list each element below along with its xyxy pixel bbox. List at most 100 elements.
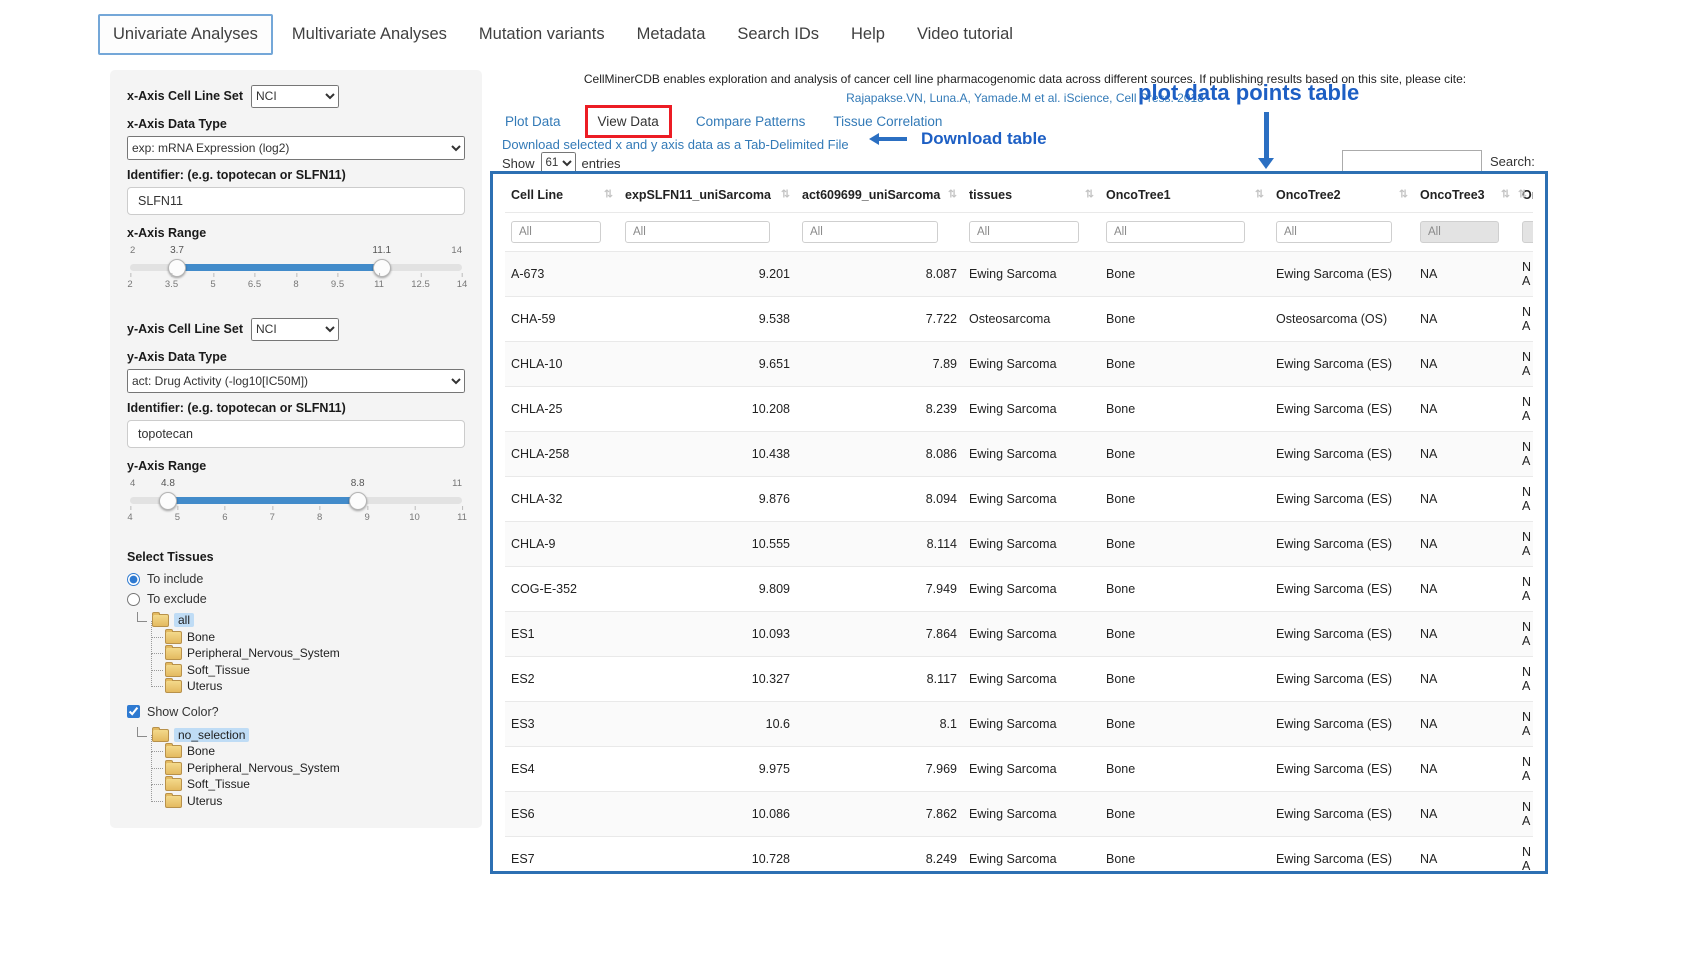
table-row[interactable]: CHLA-109.6517.89Ewing SarcomaBoneEwing S… bbox=[505, 342, 1533, 387]
table-cell: NA bbox=[1414, 387, 1516, 432]
download-data-link[interactable]: Download selected x and y axis data as a… bbox=[502, 137, 849, 152]
table-row[interactable]: ES110.0937.864Ewing SarcomaBoneEwing Sar… bbox=[505, 612, 1533, 657]
table-cell: 7.722 bbox=[796, 297, 963, 342]
subtab-plot-data[interactable]: Plot Data bbox=[505, 114, 561, 129]
column-header-expslfn11-unisarcoma[interactable]: expSLFN11_uniSarcoma⇅ bbox=[619, 176, 796, 213]
table-row[interactable]: CHLA-910.5558.114Ewing SarcomaBoneEwing … bbox=[505, 522, 1533, 567]
column-header-tissues[interactable]: tissues⇅ bbox=[963, 176, 1100, 213]
tree-expander-icon[interactable] bbox=[137, 612, 147, 622]
slider-fill bbox=[177, 264, 382, 271]
table-row[interactable]: CHLA-329.8768.094Ewing SarcomaBoneEwing … bbox=[505, 477, 1533, 522]
tree-node-soft-tissue[interactable]: Soft_Tissue bbox=[149, 662, 465, 679]
slider-track[interactable] bbox=[130, 497, 462, 504]
subtab-tissue-correlation[interactable]: Tissue Correlation bbox=[833, 114, 942, 129]
table-row[interactable]: ES210.3278.117Ewing SarcomaBoneEwing Sar… bbox=[505, 657, 1533, 702]
slider-handle-high[interactable] bbox=[349, 492, 367, 510]
tissue-exclude-option[interactable]: To exclude bbox=[127, 592, 465, 606]
tree-node-peripheral-nervous-system[interactable]: Peripheral_Nervous_System bbox=[149, 760, 465, 777]
column-header-oncotree2[interactable]: OncoTree2 ⇅ bbox=[1270, 176, 1414, 213]
table-cell: NA bbox=[1516, 837, 1533, 875]
nav-tab-mutation-variants[interactable]: Mutation variants bbox=[466, 16, 618, 53]
show-color-checkbox[interactable] bbox=[127, 705, 140, 718]
filter-input-expslfn11-unisarcoma[interactable] bbox=[625, 221, 770, 243]
filter-cell bbox=[1270, 213, 1414, 252]
tree-node-uterus[interactable]: Uterus bbox=[149, 678, 465, 695]
table-cell: NA bbox=[1414, 252, 1516, 297]
table-row[interactable]: A-6739.2018.087Ewing SarcomaBoneEwing Sa… bbox=[505, 252, 1533, 297]
show-color-option[interactable]: Show Color? bbox=[127, 705, 465, 719]
x-range-slider[interactable]: 2143.711.123.556.589.51112.514 bbox=[130, 245, 462, 293]
table-cell: NA bbox=[1414, 567, 1516, 612]
sort-icon[interactable]: ⇅ bbox=[1085, 188, 1094, 201]
x-data-type-select[interactable]: exp: mRNA Expression (log2) bbox=[127, 136, 465, 160]
sort-icon[interactable]: ⇅ bbox=[604, 188, 613, 201]
slider-track[interactable] bbox=[130, 264, 462, 271]
table-row[interactable]: ES49.9757.969Ewing SarcomaBoneEwing Sarc… bbox=[505, 747, 1533, 792]
tree-node-soft-tissue[interactable]: Soft_Tissue bbox=[149, 776, 465, 793]
sort-icon[interactable]: ⇅ bbox=[1399, 188, 1408, 201]
column-header-oncotree1[interactable]: OncoTree1⇅ bbox=[1100, 176, 1270, 213]
column-header-oncotree4[interactable]: OncoTree4⇅ bbox=[1516, 176, 1533, 213]
search-input[interactable] bbox=[1342, 150, 1482, 172]
y-cell-line-set-select[interactable]: NCI bbox=[251, 318, 339, 341]
tree-node-bone[interactable]: Bone bbox=[149, 743, 465, 760]
table-row[interactable]: ES610.0867.862Ewing SarcomaBoneEwing Sar… bbox=[505, 792, 1533, 837]
table-cell: Ewing Sarcoma bbox=[963, 477, 1100, 522]
y-range-slider[interactable]: 4114.88.84567891011 bbox=[130, 478, 462, 526]
tree-node-no-selection[interactable]: no_selection bbox=[137, 727, 465, 744]
slider-handle-high[interactable] bbox=[373, 259, 391, 277]
tissue-include-option[interactable]: To include bbox=[127, 572, 465, 586]
column-header-label: Cell Line bbox=[511, 188, 563, 202]
column-header-act609699-unisarcoma[interactable]: act609699_uniSarcoma⇅ bbox=[796, 176, 963, 213]
y-identifier-input[interactable] bbox=[127, 420, 465, 448]
table-header-row: Cell Line⇅expSLFN11_uniSarcoma⇅act609699… bbox=[505, 176, 1533, 213]
tree-node-peripheral-nervous-system[interactable]: Peripheral_Nervous_System bbox=[149, 645, 465, 662]
table-cell: 10.086 bbox=[619, 792, 796, 837]
nav-tab-metadata[interactable]: Metadata bbox=[624, 16, 719, 53]
x-identifier-label: Identifier: (e.g. topotecan or SLFN11) bbox=[127, 168, 465, 182]
include-radio[interactable] bbox=[127, 573, 140, 586]
sidebar-controls: x-Axis Cell Line Set NCI x-Axis Data Typ… bbox=[110, 70, 482, 828]
nav-tab-help[interactable]: Help bbox=[838, 16, 898, 53]
sort-icon[interactable]: ⇅ bbox=[1255, 188, 1264, 201]
table-row[interactable]: COG-E-3529.8097.949Ewing SarcomaBoneEwin… bbox=[505, 567, 1533, 612]
filter-input-act609699-unisarcoma[interactable] bbox=[802, 221, 938, 243]
table-row[interactable]: ES310.68.1Ewing SarcomaBoneEwing Sarcoma… bbox=[505, 702, 1533, 747]
tree-node-all[interactable]: all bbox=[137, 612, 465, 629]
y-data-type-label: y-Axis Data Type bbox=[127, 350, 465, 364]
subtab-compare-patterns[interactable]: Compare Patterns bbox=[696, 114, 806, 129]
x-identifier-input[interactable] bbox=[127, 187, 465, 215]
sort-icon[interactable]: ⇅ bbox=[948, 188, 957, 201]
table-cell: Bone bbox=[1100, 567, 1270, 612]
nav-tab-search-ids[interactable]: Search IDs bbox=[724, 16, 832, 53]
nav-tab-univariate-analyses[interactable]: Univariate Analyses bbox=[98, 14, 273, 55]
table-row[interactable]: CHLA-2510.2088.239Ewing SarcomaBoneEwing… bbox=[505, 387, 1533, 432]
column-header-cell-line[interactable]: Cell Line ⇅ bbox=[505, 176, 619, 213]
table-cell: NA bbox=[1516, 522, 1533, 567]
tree-node-label: Uterus bbox=[187, 679, 222, 693]
filter-input-oncotree1[interactable] bbox=[1106, 221, 1245, 243]
sort-icon[interactable]: ⇅ bbox=[781, 188, 790, 201]
sort-icon[interactable]: ⇅ bbox=[1501, 188, 1510, 201]
table-cell: NA bbox=[1414, 477, 1516, 522]
column-header-label: OncoTree2 bbox=[1276, 188, 1341, 202]
table-row[interactable]: CHLA-25810.4388.086Ewing SarcomaBoneEwin… bbox=[505, 432, 1533, 477]
exclude-radio[interactable] bbox=[127, 593, 140, 606]
nav-tab-multivariate-analyses[interactable]: Multivariate Analyses bbox=[279, 16, 460, 53]
table-cell: 8.117 bbox=[796, 657, 963, 702]
slider-handle-low[interactable] bbox=[159, 492, 177, 510]
table-row[interactable]: ES710.7288.249Ewing SarcomaBoneEwing Sar… bbox=[505, 837, 1533, 875]
y-data-type-select[interactable]: act: Drug Activity (-log10[IC50M]) bbox=[127, 369, 465, 393]
tree-expander-icon[interactable] bbox=[137, 727, 147, 737]
x-cell-line-set-select[interactable]: NCI bbox=[251, 85, 339, 108]
nav-tab-video-tutorial[interactable]: Video tutorial bbox=[904, 16, 1026, 53]
subtab-view-data[interactable]: View Data bbox=[585, 105, 672, 138]
tree-node-bone[interactable]: Bone bbox=[149, 629, 465, 646]
column-header-oncotree3[interactable]: OncoTree3⇅ bbox=[1414, 176, 1516, 213]
sort-icon[interactable]: ⇅ bbox=[1518, 188, 1527, 201]
filter-input-oncotree2[interactable] bbox=[1276, 221, 1392, 243]
tree-node-uterus[interactable]: Uterus bbox=[149, 793, 465, 810]
table-row[interactable]: CHA-599.5387.722OsteosarcomaBoneOsteosar… bbox=[505, 297, 1533, 342]
filter-input-cell-line[interactable] bbox=[511, 221, 601, 243]
filter-input-tissues[interactable] bbox=[969, 221, 1079, 243]
